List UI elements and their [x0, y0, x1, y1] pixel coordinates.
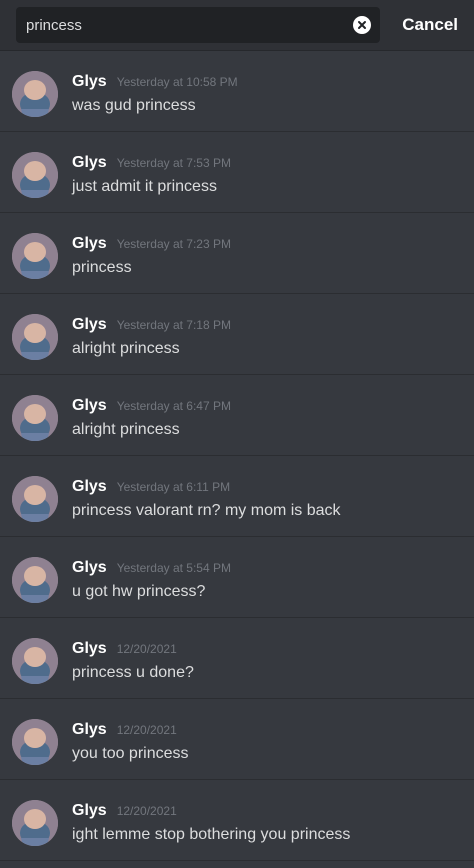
- message-header: Glys 12/20/2021: [72, 802, 350, 822]
- search-result-message[interactable]: Glys Yesterday at 7:23 PM princess: [0, 213, 474, 294]
- timestamp: Yesterday at 7:53 PM: [116, 156, 231, 170]
- message-body: Glys 12/20/2021 princess u done?: [72, 640, 194, 682]
- cancel-button[interactable]: Cancel: [402, 15, 458, 35]
- message-header: Glys 12/20/2021: [72, 640, 194, 660]
- message-header: Glys Yesterday at 10:58 PM: [72, 73, 238, 93]
- message-text: princess: [72, 259, 132, 276]
- message-body: Glys Yesterday at 6:47 PM alright prince…: [72, 397, 231, 439]
- search-input[interactable]: [16, 7, 380, 43]
- username[interactable]: Glys: [72, 154, 107, 172]
- search-result-message[interactable]: Glys 12/20/2021 you too princess: [0, 699, 474, 780]
- search-result-message[interactable]: Glys Yesterday at 7:18 PM alright prince…: [0, 294, 474, 375]
- message-body: Glys Yesterday at 6:11 PM princess valor…: [72, 478, 341, 520]
- username[interactable]: Glys: [72, 235, 107, 253]
- username[interactable]: Glys: [72, 640, 107, 658]
- message-text: was gud princess: [72, 97, 196, 114]
- username[interactable]: Glys: [72, 478, 107, 496]
- search-result-message[interactable]: Glys Yesterday at 6:11 PM princess valor…: [0, 456, 474, 537]
- message-header: Glys Yesterday at 7:53 PM: [72, 154, 231, 174]
- message-text: princess u done?: [72, 664, 194, 681]
- timestamp: Yesterday at 10:58 PM: [116, 75, 238, 89]
- message-header: Glys Yesterday at 7:23 PM: [72, 235, 231, 255]
- timestamp: Yesterday at 5:54 PM: [116, 561, 231, 575]
- message-body: Glys Yesterday at 10:58 PM was gud princ…: [72, 73, 238, 115]
- user-avatar[interactable]: [12, 638, 58, 684]
- search-result-message[interactable]: Glys 12/20/2021 ight lemme stop botherin…: [0, 780, 474, 861]
- user-avatar[interactable]: [12, 395, 58, 441]
- timestamp: Yesterday at 7:23 PM: [116, 237, 231, 251]
- message-header: Glys Yesterday at 6:11 PM: [72, 478, 341, 498]
- message-text: ight lemme stop bothering you princess: [72, 826, 351, 843]
- message-body: Glys Yesterday at 5:54 PM u got hw princ…: [72, 559, 231, 601]
- message-text: princess valorant rn? my mom is back: [72, 502, 341, 519]
- message-header: Glys 12/20/2021: [72, 721, 189, 741]
- timestamp: 12/20/2021: [116, 642, 177, 656]
- user-avatar[interactable]: [12, 152, 58, 198]
- username[interactable]: Glys: [72, 73, 107, 91]
- message-body: Glys Yesterday at 7:23 PM princess: [72, 235, 231, 277]
- message-header: Glys Yesterday at 6:47 PM: [72, 397, 231, 417]
- clear-search-icon[interactable]: [353, 16, 371, 34]
- search-result-message[interactable]: Glys Yesterday at 7:53 PM just admit it …: [0, 132, 474, 213]
- message-text: you too princess: [72, 745, 189, 762]
- search-result-message[interactable]: Glys Yesterday at 5:54 PM u got hw princ…: [0, 537, 474, 618]
- message-body: Glys 12/20/2021 you too princess: [72, 721, 189, 763]
- user-avatar[interactable]: [12, 476, 58, 522]
- search-bar: Cancel: [0, 0, 474, 51]
- message-text: just admit it princess: [72, 178, 217, 195]
- message-body: Glys Yesterday at 7:18 PM alright prince…: [72, 316, 231, 358]
- search-result-message[interactable]: Glys Yesterday at 6:47 PM alright prince…: [0, 375, 474, 456]
- search-results-list: Glys Yesterday at 10:58 PM was gud princ…: [0, 51, 474, 868]
- search-result-message[interactable]: Glys 12/20/2021 princess u done?: [0, 618, 474, 699]
- message-header: Glys Yesterday at 5:54 PM: [72, 559, 231, 579]
- user-avatar[interactable]: [12, 800, 58, 846]
- username[interactable]: Glys: [72, 316, 107, 334]
- username[interactable]: Glys: [72, 802, 107, 820]
- message-header: Glys Yesterday at 7:18 PM: [72, 316, 231, 336]
- username[interactable]: Glys: [72, 721, 107, 739]
- user-avatar[interactable]: [12, 314, 58, 360]
- user-avatar[interactable]: [12, 71, 58, 117]
- timestamp: Yesterday at 6:11 PM: [116, 480, 231, 494]
- message-text: alright princess: [72, 340, 180, 357]
- search-result-message[interactable]: Glys Yesterday at 10:58 PM was gud princ…: [0, 51, 474, 132]
- search-field[interactable]: [16, 7, 380, 43]
- message-text: alright princess: [72, 421, 180, 438]
- username[interactable]: Glys: [72, 559, 107, 577]
- user-avatar[interactable]: [12, 233, 58, 279]
- timestamp: Yesterday at 7:18 PM: [116, 318, 231, 332]
- message-text: u got hw princess?: [72, 583, 206, 600]
- timestamp: Yesterday at 6:47 PM: [116, 399, 231, 413]
- user-avatar[interactable]: [12, 557, 58, 603]
- message-body: Glys Yesterday at 7:53 PM just admit it …: [72, 154, 231, 196]
- timestamp: 12/20/2021: [116, 723, 177, 737]
- username[interactable]: Glys: [72, 397, 107, 415]
- message-body: Glys 12/20/2021 ight lemme stop botherin…: [72, 802, 350, 844]
- user-avatar[interactable]: [12, 719, 58, 765]
- timestamp: 12/20/2021: [116, 804, 177, 818]
